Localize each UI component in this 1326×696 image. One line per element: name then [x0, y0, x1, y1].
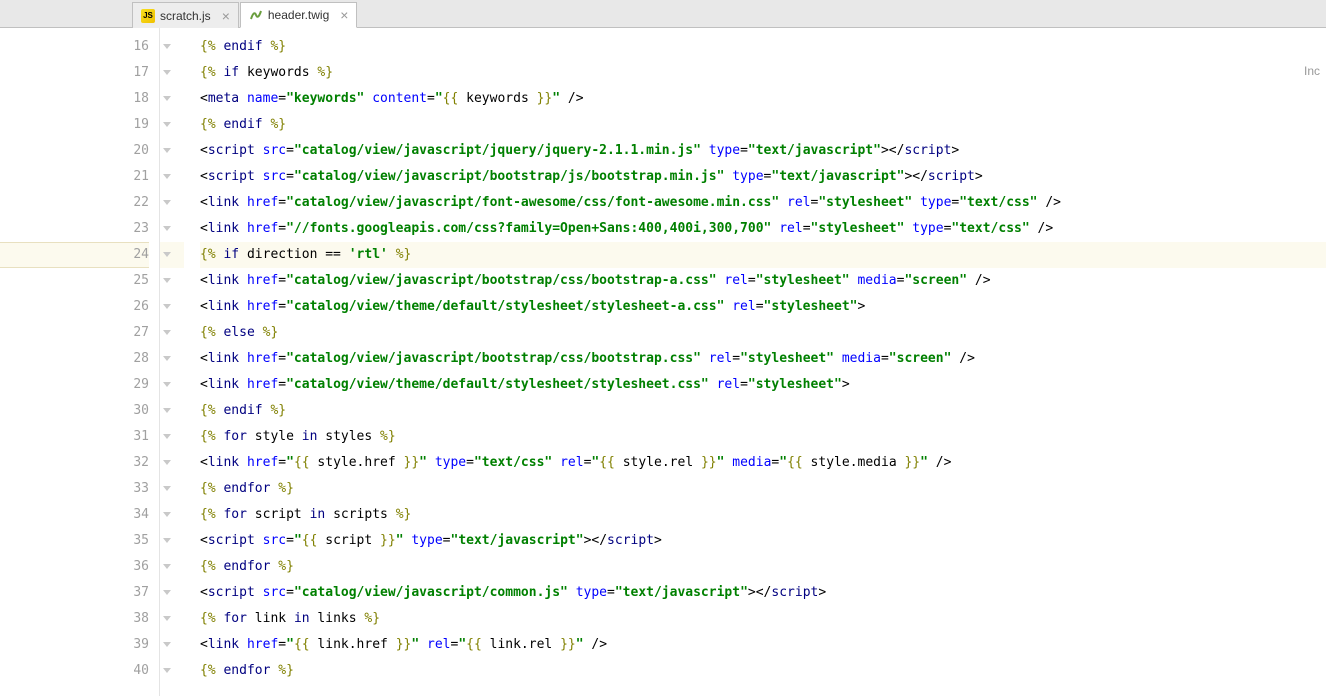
- line-number[interactable]: 32: [0, 450, 149, 476]
- code-line[interactable]: <link href="catalog/view/javascript/boot…: [200, 268, 1326, 294]
- code-line[interactable]: <link href="catalog/view/theme/default/s…: [200, 372, 1326, 398]
- code-line[interactable]: {% endif %}: [200, 112, 1326, 138]
- line-number[interactable]: 20: [0, 138, 149, 164]
- fold-marker[interactable]: [160, 528, 184, 554]
- code-line[interactable]: <script src="catalog/view/javascript/jqu…: [200, 138, 1326, 164]
- code-line[interactable]: <link href="//fonts.googleapis.com/css?f…: [200, 216, 1326, 242]
- fold-marker[interactable]: [160, 476, 184, 502]
- code-line[interactable]: {% for link in links %}: [200, 606, 1326, 632]
- fold-marker[interactable]: [160, 502, 184, 528]
- fold-marker[interactable]: [160, 86, 184, 112]
- line-number[interactable]: 39: [0, 632, 149, 658]
- code-line[interactable]: <meta name="keywords" content="{{ keywor…: [200, 86, 1326, 112]
- fold-marker[interactable]: [160, 34, 184, 60]
- tab-header-twig[interactable]: header.twig ×: [240, 2, 358, 28]
- line-number[interactable]: 26: [0, 294, 149, 320]
- fold-marker[interactable]: [160, 398, 184, 424]
- line-number[interactable]: 29: [0, 372, 149, 398]
- line-number[interactable]: 33: [0, 476, 149, 502]
- code-line[interactable]: {% endif %}: [200, 34, 1326, 60]
- code-line[interactable]: <script src="{{ script }}" type="text/ja…: [200, 528, 1326, 554]
- tab-label: header.twig: [268, 8, 329, 22]
- code-line[interactable]: {% endfor %}: [200, 658, 1326, 684]
- line-number[interactable]: 19: [0, 112, 149, 138]
- line-number[interactable]: 36: [0, 554, 149, 580]
- gutter: 1617181920212223242526272829303132333435…: [0, 28, 160, 696]
- fold-marker[interactable]: [160, 60, 184, 86]
- code-line[interactable]: <script src="catalog/view/javascript/boo…: [200, 164, 1326, 190]
- line-number[interactable]: 30: [0, 398, 149, 424]
- fold-marker[interactable]: [160, 112, 184, 138]
- fold-marker[interactable]: [160, 606, 184, 632]
- fold-marker[interactable]: [160, 242, 184, 268]
- line-number[interactable]: 24: [0, 242, 149, 268]
- line-number[interactable]: 35: [0, 528, 149, 554]
- line-number[interactable]: 38: [0, 606, 149, 632]
- line-number[interactable]: 18: [0, 86, 149, 112]
- code-line[interactable]: {% endfor %}: [200, 554, 1326, 580]
- tab-scratch-js[interactable]: JS scratch.js ×: [132, 2, 239, 28]
- editor-body: Inc 161718192021222324252627282930313233…: [0, 28, 1326, 696]
- fold-marker[interactable]: [160, 346, 184, 372]
- code-line[interactable]: {% else %}: [200, 320, 1326, 346]
- fold-marker[interactable]: [160, 164, 184, 190]
- line-number[interactable]: 40: [0, 658, 149, 684]
- fold-marker[interactable]: [160, 294, 184, 320]
- line-number[interactable]: 27: [0, 320, 149, 346]
- fold-marker[interactable]: [160, 580, 184, 606]
- code-line[interactable]: {% endif %}: [200, 398, 1326, 424]
- fold-marker[interactable]: [160, 632, 184, 658]
- line-number[interactable]: 17: [0, 60, 149, 86]
- code-line[interactable]: {% for style in styles %}: [200, 424, 1326, 450]
- fold-marker[interactable]: [160, 658, 184, 684]
- fold-marker[interactable]: [160, 216, 184, 242]
- fold-marker[interactable]: [160, 190, 184, 216]
- code-editor: JSscratch.js×header.twig× Inc 1617181920…: [0, 0, 1326, 696]
- line-number[interactable]: 25: [0, 268, 149, 294]
- fold-marker[interactable]: [160, 450, 184, 476]
- line-number[interactable]: 22: [0, 190, 149, 216]
- line-number[interactable]: 37: [0, 580, 149, 606]
- fold-marker[interactable]: [160, 138, 184, 164]
- close-icon[interactable]: ×: [222, 9, 230, 23]
- code-line[interactable]: <link href="catalog/view/javascript/font…: [200, 190, 1326, 216]
- code-line[interactable]: {% for script in scripts %}: [200, 502, 1326, 528]
- line-number[interactable]: 21: [0, 164, 149, 190]
- line-number[interactable]: 31: [0, 424, 149, 450]
- fold-marker[interactable]: [160, 268, 184, 294]
- fold-marker[interactable]: [160, 554, 184, 580]
- tab-bar: JS scratch.js × header.twig ×: [0, 0, 1326, 28]
- code-line[interactable]: <script src="catalog/view/javascript/com…: [200, 580, 1326, 606]
- fold-column: [160, 28, 184, 696]
- fold-marker[interactable]: [160, 424, 184, 450]
- code-line[interactable]: <link href="catalog/view/theme/default/s…: [200, 294, 1326, 320]
- code-line[interactable]: <link href="catalog/view/javascript/boot…: [200, 346, 1326, 372]
- close-icon[interactable]: ×: [340, 8, 348, 22]
- code-line[interactable]: <link href="{{ style.href }}" type="text…: [200, 450, 1326, 476]
- code-line[interactable]: {% if keywords %}: [200, 60, 1326, 86]
- line-number[interactable]: 16: [0, 34, 149, 60]
- line-number[interactable]: 23: [0, 216, 149, 242]
- line-number[interactable]: 28: [0, 346, 149, 372]
- twig-file-icon: [249, 8, 263, 22]
- code-area[interactable]: {% endif %}{% if keywords %}<meta name="…: [184, 28, 1326, 696]
- code-line[interactable]: {% if direction == 'rtl' %}: [200, 242, 1326, 268]
- js-file-icon: JS: [141, 9, 155, 23]
- fold-marker[interactable]: [160, 320, 184, 346]
- line-number[interactable]: 34: [0, 502, 149, 528]
- code-line[interactable]: {% endfor %}: [200, 476, 1326, 502]
- code-line[interactable]: <link href="{{ link.href }}" rel="{{ lin…: [200, 632, 1326, 658]
- tab-label: scratch.js: [160, 9, 211, 23]
- fold-marker[interactable]: [160, 372, 184, 398]
